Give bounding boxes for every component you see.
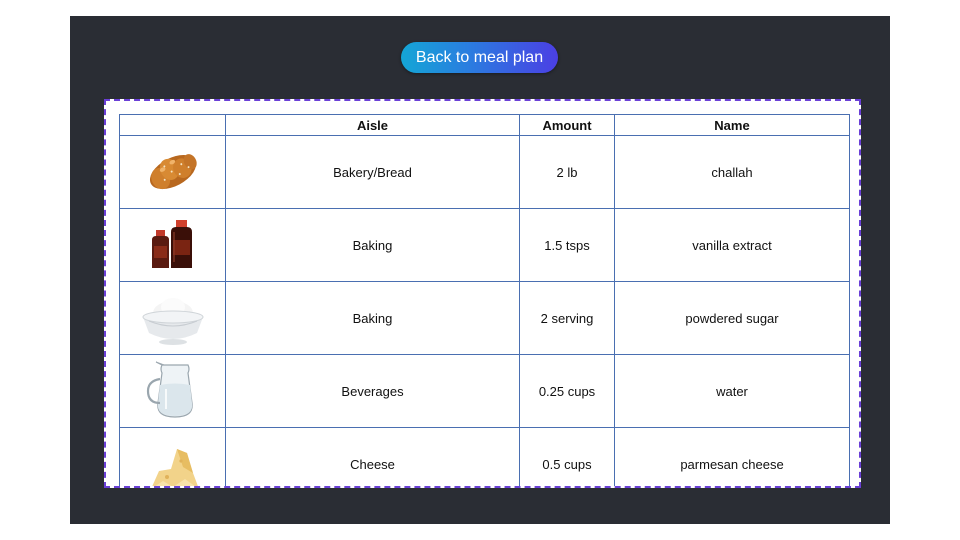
aisle-cell: Baking: [225, 281, 520, 355]
amount-cell: 0.5 cups: [519, 427, 615, 486]
table-row: Beverages 0.25 cups water: [119, 354, 850, 428]
aisle-column-header[interactable]: Aisle: [225, 114, 520, 136]
name-cell: vanilla extract: [614, 208, 850, 282]
table-row: Baking 1.5 tsps vanilla extract: [119, 208, 850, 282]
amount-cell: 0.25 cups: [519, 354, 615, 428]
aisle-cell: Cheese: [225, 427, 520, 486]
table-row: Baking 2 serving powdered sugar: [119, 281, 850, 355]
table-row: Cheese 0.5 cups parmesan cheese: [119, 427, 850, 486]
parmesan-cheese-image: [151, 449, 198, 486]
shopping-list-table: Aisle Amount Name Bakery/Bread 2 lb chal…: [119, 114, 850, 486]
vanilla-extract-bottles-image: [151, 220, 192, 268]
item-image-cell: [119, 281, 226, 355]
image-column-header: [119, 114, 226, 136]
name-column-header[interactable]: Name: [614, 114, 850, 136]
item-image-cell: [119, 208, 226, 282]
amount-cell: 2 lb: [519, 135, 615, 209]
shopping-list-panel: Aisle Amount Name Bakery/Bread 2 lb chal…: [104, 99, 861, 488]
aisle-cell: Beverages: [225, 354, 520, 428]
item-image-cell: [119, 354, 226, 428]
item-image-cell: [119, 427, 226, 486]
name-cell: powdered sugar: [614, 281, 850, 355]
name-cell: challah: [614, 135, 850, 209]
name-cell: parmesan cheese: [614, 427, 850, 486]
name-cell: water: [614, 354, 850, 428]
water-pitcher-image: [146, 361, 193, 418]
aisle-cell: Bakery/Bread: [225, 135, 520, 209]
powdered-sugar-bowl-image: [142, 298, 203, 345]
challah-bread-image: [149, 154, 197, 190]
aisle-cell: Baking: [225, 208, 520, 282]
amount-column-header[interactable]: Amount: [519, 114, 615, 136]
table-header-row: Aisle Amount Name: [119, 114, 850, 136]
back-to-meal-plan-button[interactable]: Back to meal plan: [401, 42, 558, 73]
table-row: Bakery/Bread 2 lb challah: [119, 135, 850, 209]
amount-cell: 1.5 tsps: [519, 208, 615, 282]
amount-cell: 2 serving: [519, 281, 615, 355]
item-image-cell: [119, 135, 226, 209]
